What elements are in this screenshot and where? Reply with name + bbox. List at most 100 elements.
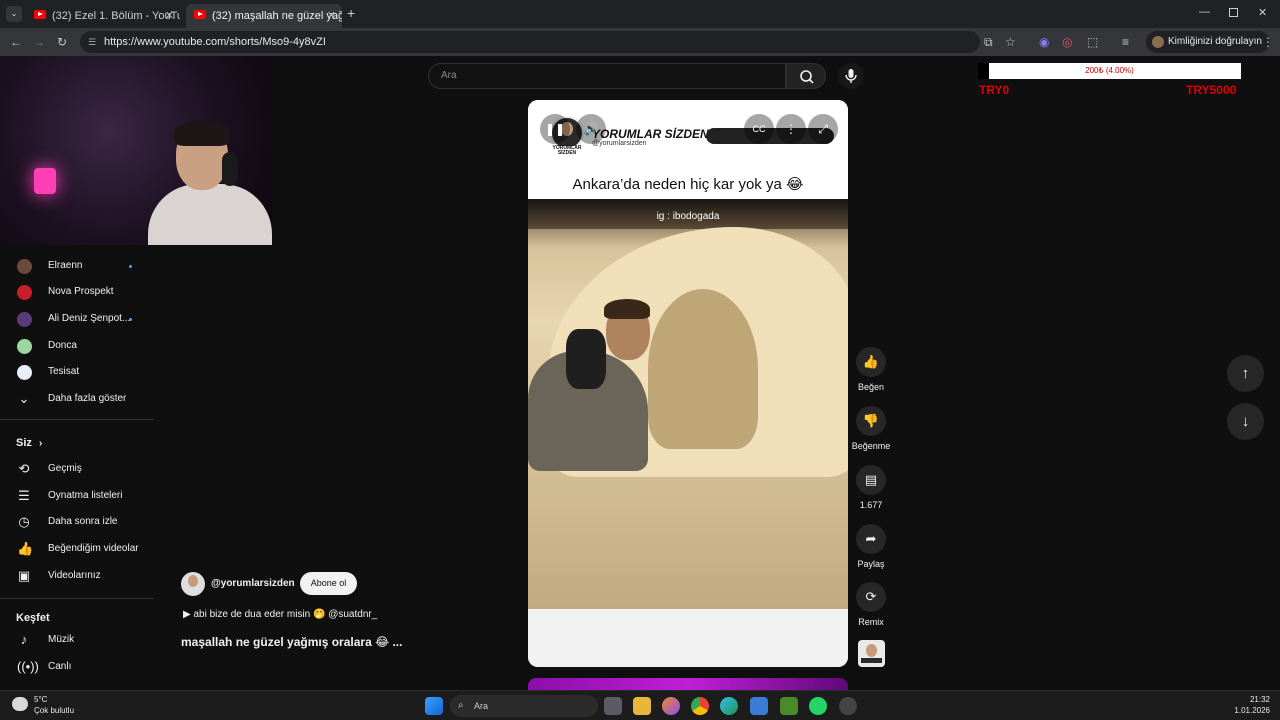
brand-name: YORUMLAR SİZDEN [592,127,709,141]
like-button[interactable]: 👍 Beğen [851,347,891,392]
shorts-video-player[interactable]: YORUMLAR SİZDEN YORUMLAR SİZDEN @yorumla… [528,100,848,667]
sidebar-item-label: Nova Prospekt [48,286,114,297]
sidebar-item-history[interactable]: ⟲ Geçmiş [0,456,154,482]
taskbar-clock[interactable]: 21:32 1.01.2026 [1226,694,1270,716]
video-watermark: ig : ibodogada [656,211,720,222]
close-window-icon[interactable]: ✕ [1258,6,1267,19]
sidebar-item-live[interactable]: ((•)) Canlı [0,654,154,680]
channel-thumbnail[interactable] [858,640,885,667]
channel-avatar [17,312,32,327]
video-caption: Ankara’da neden hiç kar yok ya 😂 [572,176,804,193]
more-options-button[interactable]: ⋮ [776,114,806,144]
sidebar-item-label: Daha sonra izle [48,516,118,527]
history-icon: ⟲ [18,461,30,476]
next-video-preview[interactable] [528,678,848,690]
site-info-icon[interactable]: ☰ [88,31,96,53]
person-hair [604,299,650,319]
next-short-button[interactable]: ↓ [1227,403,1264,440]
weather-icon[interactable] [12,697,28,711]
minecraft-icon[interactable] [780,697,798,715]
share-button[interactable]: ➦ Paylaş [851,524,891,569]
video-title[interactable]: maşallah ne güzel yağmış oralara 😂 ... [181,635,402,649]
comments-button[interactable]: ▤ 1.677 [851,465,891,510]
channel-avatar[interactable] [181,572,205,596]
headphones [222,152,238,186]
youtube-favicon-icon [194,10,206,19]
youtube-favicon-icon [34,10,46,19]
minimize-window-icon[interactable]: — [1199,6,1210,18]
sidebar-show-more[interactable]: ⌄ Daha fazla göster [0,386,154,412]
sidebar-item-label: Beğendiğim videolar [48,543,139,554]
address-bar[interactable]: ☰ https://www.youtube.com/shorts/Mso9-4y… [80,31,980,53]
install-app-icon[interactable]: ⧉ [984,34,993,50]
sidebar-item-label: Elraenn [48,260,83,271]
close-tab-icon[interactable]: ✕ [327,6,336,26]
chrome-icon[interactable] [691,697,709,715]
donation-max-label: TRY5000 [1186,83,1237,97]
dislike-button[interactable]: 👎 Beğenme [851,406,891,451]
windows-taskbar: 5°C Çok bulutlu ⌕ Ara 21:32 1.01.2026 [0,690,1280,720]
weather-widget[interactable]: 5°C Çok bulutlu [34,694,74,716]
music-credit[interactable]: ▶ abi bize de dua eder misin 🤭 @suatdnr_ [183,609,377,620]
sidebar-item-donca[interactable]: Donca [0,333,154,359]
fullscreen-button[interactable]: ⤢ [808,114,838,144]
captions-button[interactable]: CC [744,114,774,144]
sidebar-item-watch-later[interactable]: ◷ Daha sonra izle [0,509,154,535]
new-tab-button[interactable]: + [347,5,355,21]
restore-window-icon[interactable] [1229,8,1238,17]
windows-start-icon[interactable] [425,697,443,715]
voice-search-button[interactable] [838,63,864,89]
sidebar-item-playlists[interactable]: ☰ Oynatma listeleri [0,483,154,509]
streamer-hoodie [148,184,272,245]
close-tab-icon[interactable]: ✕ [165,6,174,26]
browser-tab-shorts[interactable]: (32) maşallah ne güzel yağı ✕ [186,4,342,28]
remix-icon: ⟳ [856,582,886,612]
search-input[interactable]: Ara [428,63,786,89]
sidebar-item-label: Donca [48,340,77,351]
channel-name-link[interactable]: @yorumlarsizden [211,578,295,589]
streamer-hair [174,120,230,146]
sidebar-item-music[interactable]: ♪ Müzik [0,627,154,653]
chevron-right-icon: › [38,438,43,449]
back-icon[interactable]: ← [10,34,22,50]
bookmark-star-icon[interactable]: ☆ [1005,34,1016,50]
extension-icon[interactable]: ◉ [1039,34,1049,50]
channel-avatar [17,285,32,300]
search-button[interactable] [786,63,826,89]
sidebar-item-elraenn[interactable]: Elraenn [0,253,154,279]
browser-menu-icon[interactable]: ⋮ [1262,34,1274,50]
clock-date: 1.01.2026 [1234,706,1270,715]
sidebar-explore-header: Keşfet [16,612,50,624]
volume-button[interactable]: 🔊 [576,114,606,144]
forward-icon[interactable]: → [33,34,45,50]
verify-identity-button[interactable]: Kimliğinizi doğrulayın [1146,31,1270,53]
sidebar-divider [0,419,154,420]
whatsapp-icon[interactable] [809,697,827,715]
thumbs-up-icon: 👍 [17,541,34,556]
edge-icon[interactable] [720,697,738,715]
extensions-puzzle-icon[interactable]: ⬚ [1087,34,1098,50]
taskbar-search[interactable]: ⌕ Ara [450,695,598,717]
store-icon[interactable] [750,697,768,715]
extension-shield-icon[interactable]: ◎ [1062,34,1072,50]
sidebar-item-tesisat[interactable]: Tesisat [0,359,154,385]
sidebar-item-ali-deniz[interactable]: Ali Deniz Şenpot... [0,306,154,332]
sidebar-item-your-videos[interactable]: ▣ Videolarınız [0,563,154,589]
previous-short-button[interactable]: ↑ [1227,355,1264,392]
remix-button[interactable]: ⟳ Remix [851,582,891,627]
reload-icon[interactable]: ↻ [57,34,67,50]
task-view-icon[interactable] [604,697,622,715]
browser-tab-ezel[interactable]: (32) Ezel 1. Bölüm - YouTube ✕ [26,4,180,28]
tab-title: (32) maşallah ne güzel yağı [212,10,342,22]
sidebar-item-nova-prospekt[interactable]: Nova Prospekt [0,279,154,305]
tab-search-icon[interactable]: ≡ [1122,34,1129,50]
copilot-icon[interactable] [662,697,680,715]
sidebar-you-header[interactable]: Siz › [16,437,42,449]
search-icon: ⌕ [458,700,464,711]
tab-search-dropdown[interactable]: ⌄ [6,6,22,22]
app-icon[interactable] [839,697,857,715]
subscribe-button[interactable]: Abone ol [300,572,357,595]
file-explorer-icon[interactable] [633,697,651,715]
pause-button[interactable]: ❚❚ [540,114,570,144]
sidebar-item-liked-videos[interactable]: 👍 Beğendiğim videolar [0,536,154,562]
